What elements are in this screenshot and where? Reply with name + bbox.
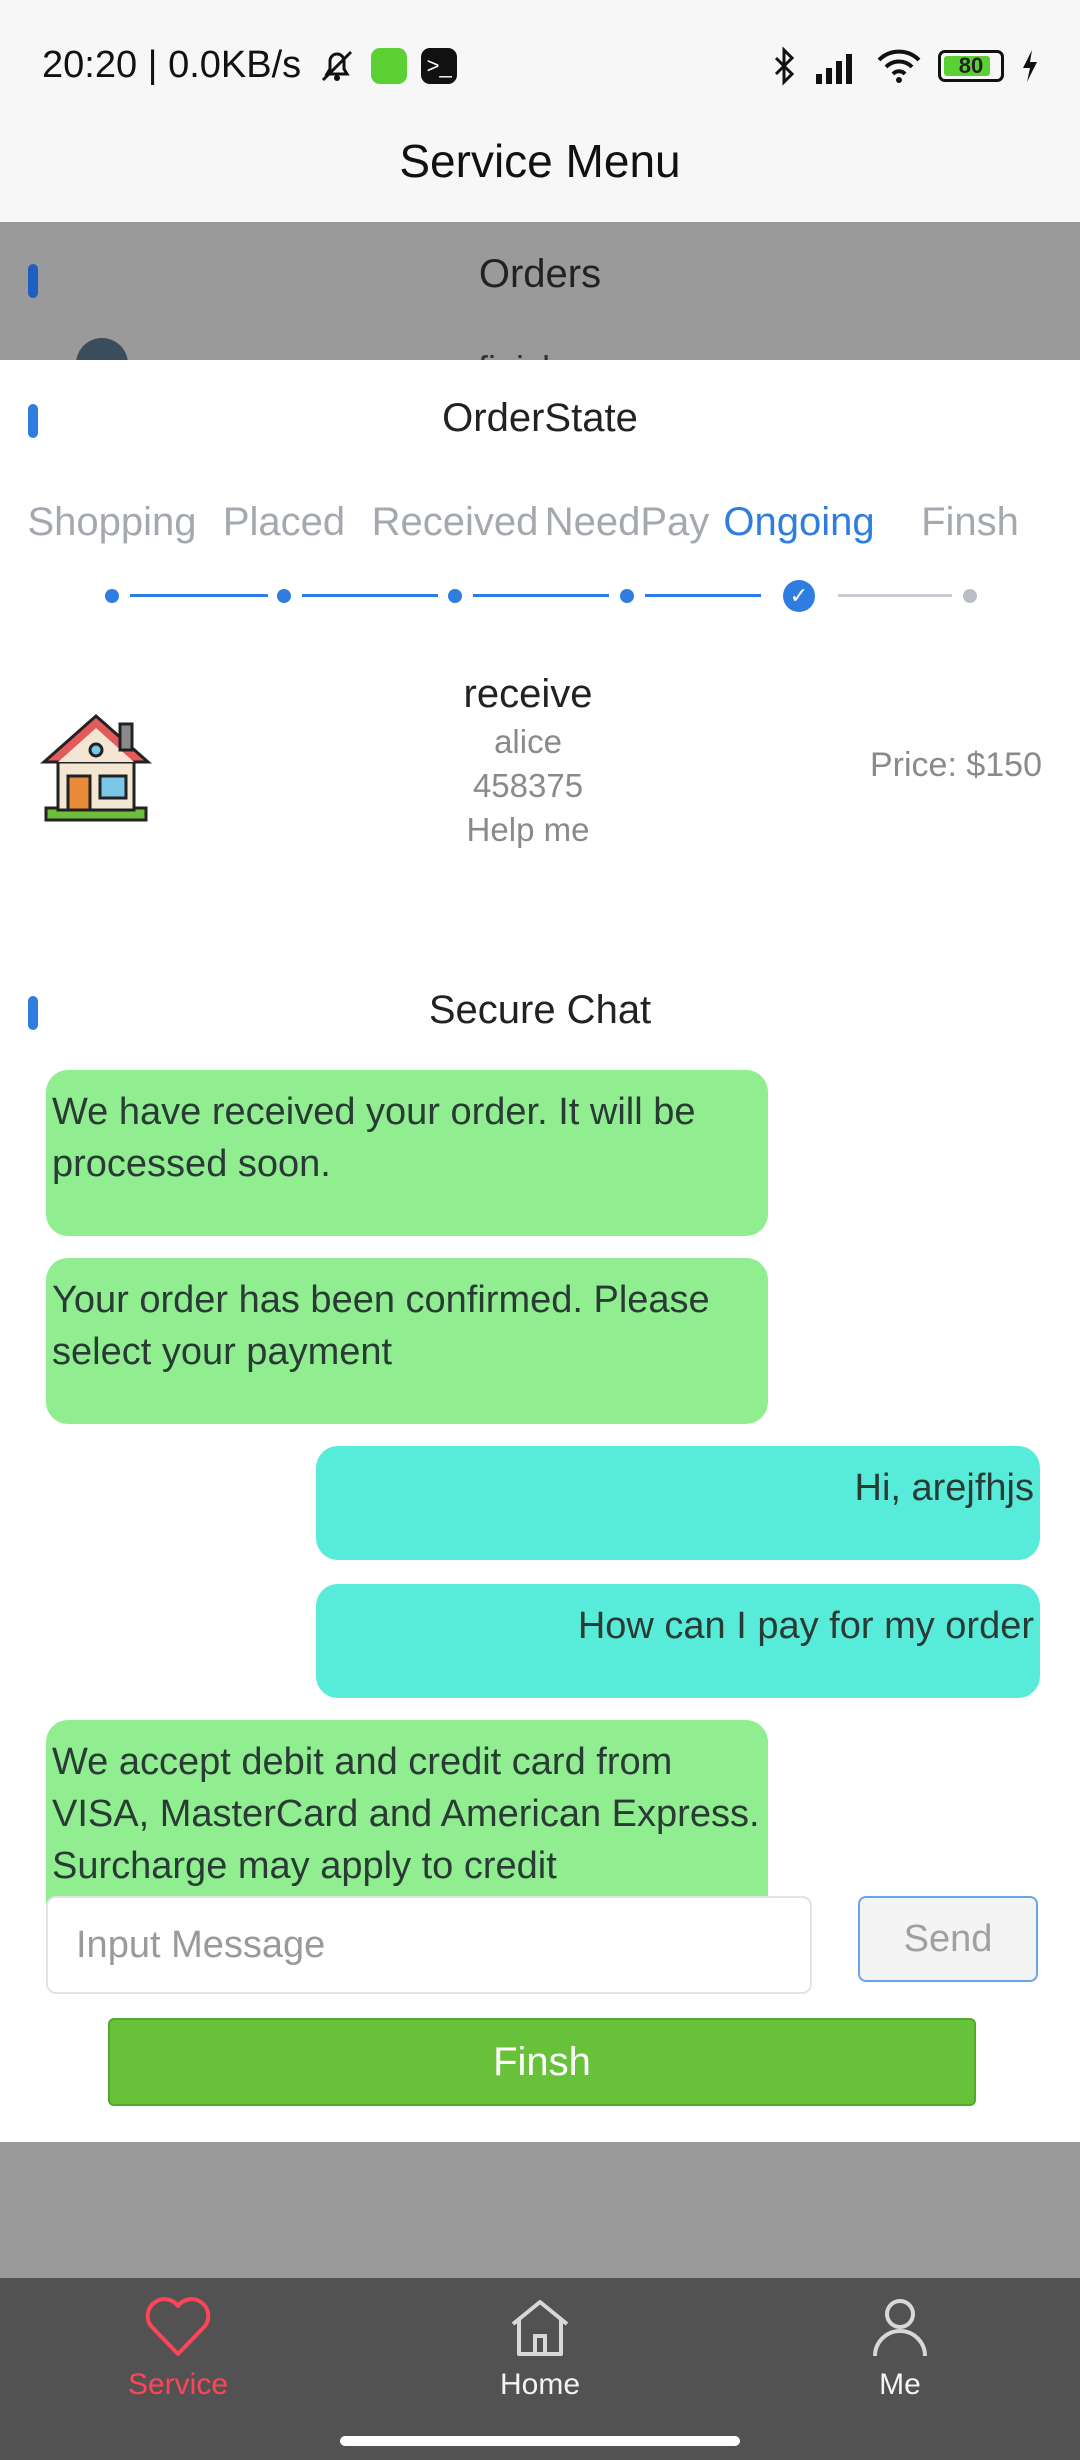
- order-price: Price: $150: [870, 746, 1042, 784]
- mute-bell-icon: [322, 50, 353, 81]
- orders-section-title: Orders: [478, 252, 602, 296]
- wifi-icon: [877, 49, 921, 83]
- step-dot: [963, 589, 977, 603]
- step-shopping: Shopping: [27, 500, 197, 544]
- step-dot: [620, 589, 634, 603]
- step-dot: [277, 589, 291, 603]
- order-info: receive alice 458375 Help me: [378, 672, 678, 849]
- home-icon: [511, 2300, 569, 2356]
- battery-level: 80: [958, 53, 984, 78]
- chat-message-service: Your order has been confirmed. Please se…: [46, 1258, 768, 1424]
- step-connector: [130, 594, 268, 597]
- order-note: Help me: [466, 811, 590, 848]
- secure-chat-title: Secure Chat: [428, 988, 652, 1032]
- send-button[interactable]: Send: [858, 1896, 1038, 1982]
- home-indicator[interactable]: [340, 2436, 740, 2446]
- message-input-box[interactable]: [46, 1896, 812, 1994]
- tab-label: Home: [499, 2368, 581, 2401]
- step-needpay: NeedPay: [544, 500, 710, 544]
- order-number: 458375: [472, 767, 584, 804]
- charging-icon: [1023, 50, 1037, 82]
- chat-message-user: How can I pay for my order: [316, 1584, 1040, 1698]
- heart-icon: [145, 2297, 211, 2356]
- step-ongoing: Ongoing: [723, 500, 875, 544]
- step-finish: Finsh: [921, 500, 1019, 544]
- step-connector: [302, 594, 438, 597]
- app-notification-icon: [371, 47, 408, 84]
- message-input[interactable]: [48, 1898, 810, 1992]
- status-right: 80: [772, 46, 1040, 86]
- status-left: 20:20 | 0.0KB/s >_: [42, 44, 458, 87]
- order-customer: alice: [494, 723, 562, 760]
- tab-label: Service: [127, 2368, 229, 2401]
- order-state-title: OrderState: [442, 396, 638, 440]
- step-dot: [448, 589, 462, 603]
- tab-me[interactable]: Me: [800, 2294, 1000, 2402]
- status-bar: 20:20 | 0.0KB/s >_ 80: [0, 0, 1080, 130]
- bottom-tab-bar: Service Home Me: [0, 2278, 1080, 2460]
- person-icon: [873, 2299, 927, 2357]
- finish-button[interactable]: Finsh: [108, 2018, 976, 2106]
- tab-service[interactable]: Service: [78, 2294, 278, 2402]
- tab-label: Me: [879, 2368, 921, 2401]
- step-connector: [645, 594, 761, 597]
- steps-progress: ✓: [0, 576, 1080, 616]
- step-connector: [473, 594, 609, 597]
- terminal-icon: >_: [421, 47, 458, 84]
- step-connector: [838, 594, 952, 597]
- check-icon: ✓: [783, 580, 815, 612]
- order-steps: Shopping Placed Received NeedPay Ongoing…: [0, 500, 1080, 560]
- status-time-speed: 20:20 | 0.0KB/s: [42, 44, 302, 86]
- step-placed: Placed: [222, 500, 346, 544]
- page-title: Service Menu: [0, 130, 1080, 222]
- bluetooth-icon: [774, 46, 795, 86]
- battery-icon: 80: [938, 50, 1004, 82]
- signal-icon: [816, 54, 852, 84]
- house-icon: [40, 713, 152, 822]
- step-received: Received: [371, 500, 539, 544]
- order-detail-sheet: OrderState Shopping Placed Received Need…: [0, 360, 1080, 2142]
- chat-message-service: We have received your order. It will be …: [46, 1070, 768, 1236]
- tab-home[interactable]: Home: [440, 2294, 640, 2402]
- step-dot: [105, 589, 119, 603]
- order-title: receive: [463, 672, 593, 716]
- chat-message-user: Hi, arejfhjs: [316, 1446, 1040, 1560]
